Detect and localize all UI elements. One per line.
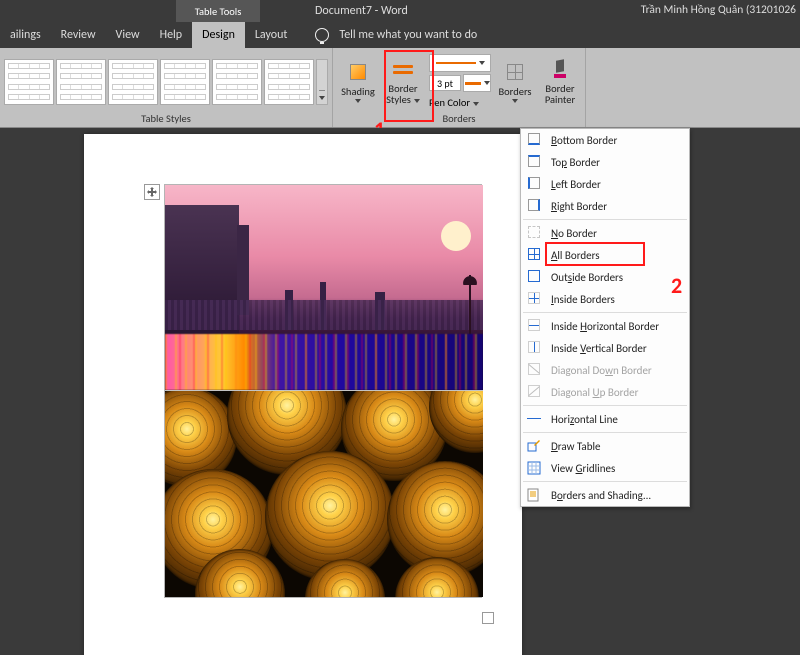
contextual-tab-table-tools[interactable]: Table Tools <box>176 0 260 22</box>
menu-item-top-border[interactable]: Top Border <box>521 151 689 173</box>
menu-item-diagonal-up-border[interactable]: Diagonal Up Border <box>521 381 689 403</box>
image-lanterns[interactable] <box>165 391 483 597</box>
border-styles-button[interactable]: Border Styles <box>382 52 424 112</box>
table-style-thumb[interactable] <box>160 59 210 105</box>
table-style-thumb[interactable] <box>4 59 54 105</box>
tab-mailings[interactable]: ailings <box>0 22 51 48</box>
chevron-down-icon <box>473 102 479 106</box>
chevron-down-icon <box>479 61 485 65</box>
shading-icon <box>350 64 366 80</box>
menu-item-borders-and-shading[interactable]: Borders and Shading... <box>521 484 689 506</box>
menu-item-no-border[interactable]: No Border <box>521 222 689 244</box>
menu-separator <box>523 219 687 220</box>
chevron-down-icon <box>512 99 518 103</box>
table-style-thumb[interactable] <box>108 59 158 105</box>
group-label-borders: Borders <box>337 113 581 127</box>
table[interactable] <box>164 184 482 598</box>
tab-design[interactable]: Design <box>192 22 245 48</box>
menu-item-draw-table[interactable]: Draw Table <box>521 435 689 457</box>
table-style-thumb[interactable] <box>212 59 262 105</box>
border-painter-icon <box>552 60 568 78</box>
table-cell[interactable] <box>165 391 483 597</box>
table-resize-handle[interactable] <box>482 612 494 624</box>
image-cityscape[interactable] <box>165 185 483 390</box>
tab-layout[interactable]: Layout <box>245 22 298 48</box>
title-bar: Table Tools Document7 - Word Trần Minh H… <box>0 0 800 22</box>
table-styles-more-button[interactable] <box>316 59 328 105</box>
menu-item-view-gridlines[interactable]: View Gridlines <box>521 457 689 479</box>
table-style-thumb[interactable] <box>264 59 314 105</box>
shading-button[interactable]: Shading <box>337 52 379 112</box>
ribbon: Table Styles Shading Border Styles 3 pt … <box>0 48 800 128</box>
borders-icon <box>507 64 523 80</box>
border-styles-icon <box>393 65 413 74</box>
tab-review[interactable]: Review <box>51 22 106 48</box>
table-move-handle[interactable] <box>144 184 160 200</box>
menu-separator <box>523 312 687 313</box>
group-label-table-styles: Table Styles <box>4 113 328 127</box>
menu-separator <box>523 432 687 433</box>
menu-item-left-border[interactable]: Left Border <box>521 173 689 195</box>
menu-item-inside-horizontal-border[interactable]: Inside Horizontal Border <box>521 315 689 337</box>
user-name[interactable]: Trần Minh Hồng Quân (31201026 <box>641 3 796 17</box>
menu-item-inside-borders[interactable]: Inside Borders <box>521 288 689 310</box>
menu-item-right-border[interactable]: Right Border <box>521 195 689 217</box>
pen-color-button[interactable]: Pen Color <box>429 96 491 109</box>
menu-item-bottom-border[interactable]: Bottom Border <box>521 129 689 151</box>
table-cell[interactable] <box>165 185 483 391</box>
borders-dropdown-menu: Bottom Border Top Border Left Border Rig… <box>520 128 690 507</box>
tab-help[interactable]: Help <box>150 22 193 48</box>
pen-weight-selector[interactable]: 3 pt <box>429 75 461 91</box>
chevron-down-icon <box>355 99 361 103</box>
pen-weight-preview[interactable] <box>463 74 491 92</box>
menu-item-horizontal-line[interactable]: Horizontal Line <box>521 408 689 430</box>
chevron-down-icon <box>414 99 420 103</box>
menu-item-diagonal-down-border[interactable]: Diagonal Down Border <box>521 359 689 381</box>
menu-item-outside-borders[interactable]: Outside Borders <box>521 266 689 288</box>
menu-item-all-borders[interactable]: All Borders <box>521 244 689 266</box>
tab-view[interactable]: View <box>106 22 150 48</box>
tell-me-input[interactable]: Tell me what you want to do <box>339 28 477 42</box>
table-style-thumb[interactable] <box>56 59 106 105</box>
menu-separator <box>523 481 687 482</box>
menu-separator <box>523 405 687 406</box>
table-styles-gallery[interactable] <box>4 59 328 105</box>
menu-item-inside-vertical-border[interactable]: Inside Vertical Border <box>521 337 689 359</box>
borders-split-button[interactable]: Borders <box>494 52 536 112</box>
border-painter-button[interactable]: Border Painter <box>539 52 581 112</box>
pen-style-selector[interactable] <box>429 54 491 72</box>
page[interactable] <box>84 134 522 655</box>
document-title: Document7 - Word <box>315 0 408 22</box>
chevron-down-icon <box>484 81 490 85</box>
lightbulb-icon <box>315 28 329 42</box>
ribbon-tabs: ailings Review View Help Design Layout T… <box>0 22 800 48</box>
